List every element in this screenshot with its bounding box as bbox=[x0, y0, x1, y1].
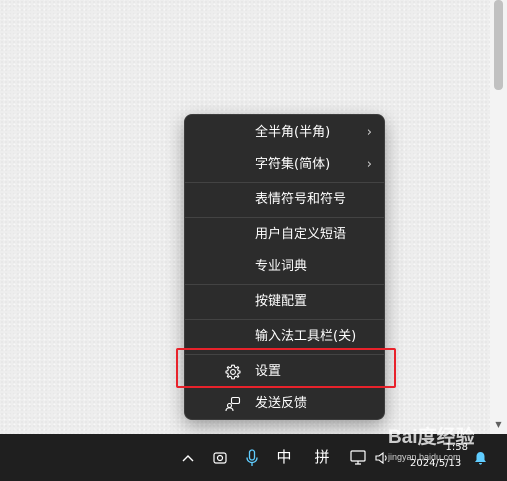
tray-app-button[interactable] bbox=[208, 434, 232, 481]
feedback-icon bbox=[225, 396, 241, 412]
menu-divider bbox=[185, 217, 384, 218]
network-icon bbox=[350, 449, 366, 465]
menu-item-label: 专业词典 bbox=[255, 259, 308, 274]
ime-mode-button[interactable]: 中 bbox=[272, 434, 296, 481]
menu-item-label: 发送反馈 bbox=[255, 396, 308, 411]
microphone-icon bbox=[246, 448, 258, 466]
show-hidden-icons-button[interactable] bbox=[178, 434, 198, 481]
menu-item-key-config[interactable]: 按键配置 bbox=[189, 287, 382, 317]
menu-item-full-half-width[interactable]: 全半角(半角) › bbox=[189, 118, 382, 148]
menu-item-user-phrases[interactable]: 用户自定义短语 bbox=[189, 220, 382, 250]
menu-item-emoji-symbols[interactable]: 表情符号和符号 bbox=[189, 185, 382, 215]
speaker-icon bbox=[375, 451, 387, 464]
watermark-url: jingyan.baidu.com bbox=[388, 452, 461, 462]
menu-item-label: 表情符号和符号 bbox=[255, 192, 347, 207]
menu-item-label: 字符集(简体) bbox=[255, 157, 331, 172]
watermark-brand: Bai度经验 bbox=[388, 427, 475, 448]
scrollbar-thumb[interactable] bbox=[494, 0, 503, 90]
chevron-right-icon: › bbox=[366, 125, 372, 140]
network-button[interactable] bbox=[348, 434, 370, 481]
menu-item-charset[interactable]: 字符集(简体) › bbox=[189, 150, 382, 180]
menu-divider bbox=[185, 319, 384, 320]
menu-divider bbox=[185, 182, 384, 183]
menu-item-label: 全半角(半角) bbox=[255, 125, 331, 140]
menu-item-label: 用户自定义短语 bbox=[255, 227, 347, 242]
menu-divider bbox=[185, 284, 384, 285]
baidu-jingyan-watermark: Bai度经验 jingyan.baidu.com bbox=[388, 422, 507, 472]
menu-item-label: 按键配置 bbox=[255, 294, 308, 309]
chevron-up-icon bbox=[182, 454, 194, 461]
menu-item-feedback[interactable]: 发送反馈 bbox=[189, 389, 382, 419]
microphone-button[interactable] bbox=[241, 434, 263, 481]
menu-item-dictionary[interactable]: 专业词典 bbox=[189, 252, 382, 282]
settings-highlight-box bbox=[176, 348, 396, 388]
chevron-right-icon: › bbox=[366, 157, 372, 172]
copilot-icon bbox=[213, 451, 227, 464]
vertical-scrollbar[interactable]: ▼ bbox=[490, 0, 507, 434]
ime-layout-button[interactable]: 拼 bbox=[310, 434, 334, 481]
